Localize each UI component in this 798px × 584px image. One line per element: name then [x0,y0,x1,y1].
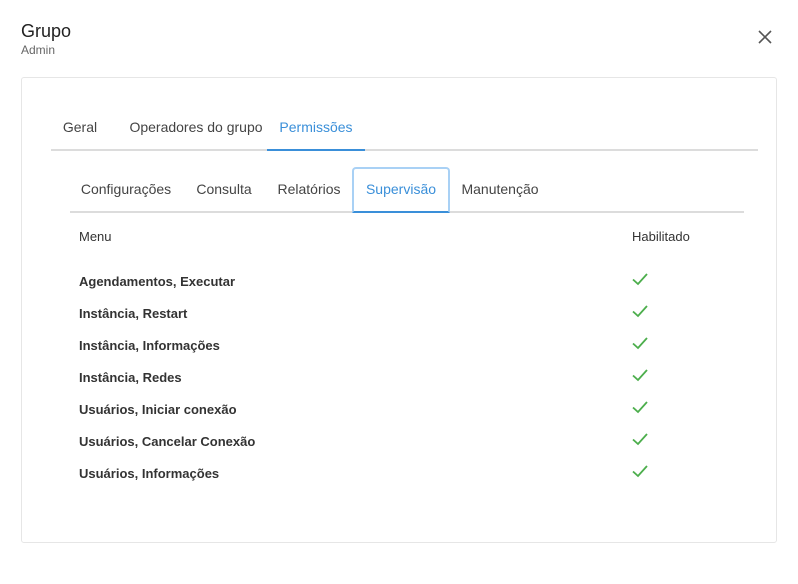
row-label: Agendamentos, Executar [79,274,236,289]
table-row: Instância, Informações [79,337,719,358]
tab-consulta[interactable]: Consulta [188,167,260,211]
column-header-menu: Menu [79,229,112,244]
checkmark-icon [632,369,648,382]
column-header-habilitado: Habilitado [632,229,690,244]
tab-relatorios[interactable]: Relatórios [268,167,350,211]
dialog-header: Grupo Admin [21,20,71,57]
row-label: Usuários, Iniciar conexão [79,402,237,417]
tab-permissoes[interactable]: Permissões [267,112,365,151]
checkmark-icon [632,305,648,318]
main-tabs: Geral Operadores do grupo Permissões [51,112,758,151]
permissions-card: Geral Operadores do grupo Permissões Con… [21,77,777,543]
table-row: Instância, Redes [79,369,719,390]
row-label: Instância, Restart [79,306,188,321]
row-label: Instância, Redes [79,370,182,385]
table-row: Usuários, Iniciar conexão [79,401,719,422]
dialog-subtitle: Admin [21,43,56,57]
row-label: Usuários, Cancelar Conexão [79,434,256,449]
table-row: Usuários, Informações [79,465,719,486]
close-icon [758,30,772,44]
row-label: Instância, Informações [79,338,220,353]
dialog-title: Grupo [21,21,72,41]
close-button[interactable] [754,26,776,48]
checkmark-icon [632,465,648,478]
table-row: Instância, Restart [79,305,719,326]
checkmark-icon [632,433,648,446]
table-row: Usuários, Cancelar Conexão [79,433,719,454]
table-row: Agendamentos, Executar [79,273,719,294]
checkmark-icon [632,401,648,414]
tab-manutencao[interactable]: Manutenção [454,167,546,211]
row-label: Usuários, Informações [79,466,220,481]
tab-supervisao[interactable]: Supervisão [352,167,450,213]
sub-tabs: Configurações Consulta Relatórios Superv… [70,167,744,213]
checkmark-icon [632,273,648,286]
checkmark-icon [632,337,648,350]
tab-configuracoes[interactable]: Configurações [70,167,182,211]
tab-operadores-do-grupo[interactable]: Operadores do grupo [121,112,271,149]
tab-geral[interactable]: Geral [51,112,109,149]
